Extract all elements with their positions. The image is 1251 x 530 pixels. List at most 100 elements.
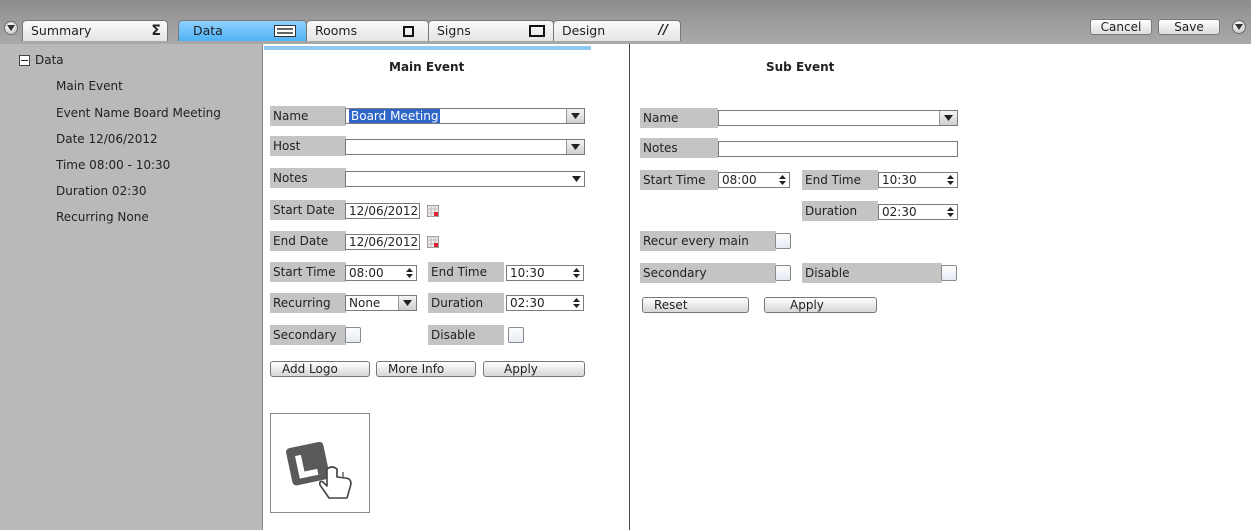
recurring-value: None [349, 296, 381, 310]
tree-item-main-event[interactable]: Main Event [56, 79, 123, 93]
chevron-down-icon[interactable] [568, 172, 584, 186]
end-time-label: End Time [428, 262, 504, 282]
start-time-label: Start Time [270, 262, 346, 282]
tab-rooms-label: Rooms [315, 23, 358, 38]
apply-button[interactable]: Apply [483, 361, 585, 377]
data-tree: Data Main Event Event Name Board Meeting… [0, 44, 263, 530]
recurring-select[interactable]: None [345, 295, 417, 311]
tree-item-recurring[interactable]: Recurring None [56, 210, 149, 224]
sub-secondary-checkbox[interactable] [775, 265, 791, 281]
spinner-arrows-icon[interactable] [402, 266, 416, 280]
duration-label: Duration [428, 293, 504, 313]
tab-rooms[interactable]: Rooms [307, 20, 429, 41]
tab-signs[interactable]: Signs [429, 20, 554, 41]
pen-icon: // [658, 23, 669, 38]
secondary-checkbox[interactable] [345, 327, 361, 343]
chevron-down-icon[interactable] [566, 140, 584, 154]
name-label: Name [270, 106, 346, 126]
sub-end-time-spinner[interactable]: 10:30 [878, 172, 958, 188]
cancel-button[interactable]: Cancel [1090, 19, 1152, 35]
sub-event-panel: Sub Event Name Notes Start Time 08:00 En… [631, 44, 1251, 530]
name-value: Board Meeting [349, 109, 441, 123]
tree-item-duration[interactable]: Duration 02:30 [56, 184, 147, 198]
tab-summary-label: Summary [31, 23, 92, 38]
sub-disable-label: Disable [802, 263, 942, 283]
sub-start-time-spinner[interactable]: 08:00 [718, 172, 790, 188]
disable-label: Disable [428, 325, 504, 345]
notes-label: Notes [270, 168, 346, 188]
sub-start-time-value: 08:00 [722, 173, 757, 187]
main-event-panel: Main Event Name Board Meeting Host Notes… [264, 44, 630, 530]
calendar-icon[interactable] [427, 205, 439, 217]
sub-duration-spinner[interactable]: 02:30 [878, 204, 958, 220]
sub-start-time-label: Start Time [640, 170, 718, 190]
end-date-label: End Date [270, 231, 346, 251]
tab-signs-label: Signs [437, 23, 471, 38]
chevron-down-icon[interactable] [939, 111, 957, 125]
options-dropdown-icon[interactable] [1232, 20, 1246, 34]
sub-event-title: Sub Event [766, 60, 835, 74]
host-combobox[interactable] [345, 139, 585, 155]
add-logo-button[interactable]: Add Logo [270, 361, 370, 377]
spinner-arrows-icon[interactable] [775, 173, 789, 187]
monitor-icon [529, 24, 545, 38]
sub-end-time-label: End Time [802, 170, 878, 190]
sub-notes-label: Notes [640, 138, 718, 158]
sub-apply-button[interactable]: Apply [764, 297, 877, 313]
sub-secondary-label: Secondary [640, 263, 776, 283]
menu-dropdown-icon[interactable] [4, 21, 18, 35]
reset-button[interactable]: Reset [642, 297, 749, 313]
calendar-icon[interactable] [427, 236, 439, 248]
main-event-title: Main Event [389, 60, 465, 74]
start-date-label: Start Date [270, 200, 346, 220]
window-icon [403, 24, 414, 38]
tab-design[interactable]: Design // [554, 20, 681, 41]
sub-name-combobox[interactable] [718, 110, 958, 126]
tab-data[interactable]: Data [178, 20, 307, 41]
sub-duration-label: Duration [802, 201, 878, 221]
sub-disable-checkbox[interactable] [941, 265, 957, 281]
end-time-value: 10:30 [510, 266, 545, 280]
tree-root-data[interactable]: Data [35, 53, 64, 67]
logo-dropzone[interactable] [270, 413, 370, 513]
tree-item-date[interactable]: Date 12/06/2012 [56, 132, 158, 146]
tab-design-label: Design [562, 23, 606, 38]
tree-item-event-name[interactable]: Event Name Board Meeting [56, 106, 221, 120]
sub-duration-value: 02:30 [882, 205, 917, 219]
start-time-spinner[interactable]: 08:00 [345, 265, 417, 281]
recur-every-main-checkbox[interactable] [775, 233, 791, 249]
panel-accent-bar [264, 46, 591, 50]
tree-item-time[interactable]: Time 08:00 - 10:30 [56, 158, 170, 172]
more-info-button[interactable]: More Info [376, 361, 476, 377]
spinner-arrows-icon[interactable] [569, 266, 583, 280]
secondary-label: Secondary [270, 325, 346, 345]
chevron-down-icon[interactable] [566, 109, 584, 123]
sigma-icon: Σ [151, 23, 161, 39]
end-date-input[interactable]: 12/06/2012 [345, 234, 420, 250]
keyboard-icon [274, 24, 296, 38]
spinner-arrows-icon[interactable] [943, 173, 957, 187]
spinner-arrows-icon[interactable] [943, 205, 957, 219]
name-combobox[interactable]: Board Meeting [345, 108, 585, 124]
disable-checkbox[interactable] [508, 327, 524, 343]
collapse-icon[interactable] [19, 55, 30, 66]
recur-every-main-label: Recur every main [640, 231, 776, 251]
notes-field[interactable] [345, 171, 585, 187]
start-time-value: 08:00 [349, 266, 384, 280]
sub-notes-input[interactable] [718, 141, 958, 157]
save-button[interactable]: Save [1158, 19, 1220, 35]
sub-name-label: Name [640, 108, 718, 128]
recurring-label: Recurring [270, 293, 346, 313]
sub-end-time-value: 10:30 [882, 173, 917, 187]
duration-spinner[interactable]: 02:30 [506, 295, 584, 311]
end-time-spinner[interactable]: 10:30 [506, 265, 584, 281]
logo-placeholder-hand-icon [286, 441, 352, 499]
chevron-down-icon[interactable] [398, 296, 416, 310]
duration-value: 02:30 [510, 296, 545, 310]
tab-summary[interactable]: Summary Σ [22, 20, 168, 41]
spinner-arrows-icon[interactable] [569, 296, 583, 310]
start-date-input[interactable]: 12/06/2012 [345, 203, 420, 219]
host-label: Host [270, 136, 346, 156]
tab-bar: Summary Σ Data Rooms Signs Design // Can… [0, 0, 1251, 44]
tab-data-label: Data [193, 23, 223, 38]
